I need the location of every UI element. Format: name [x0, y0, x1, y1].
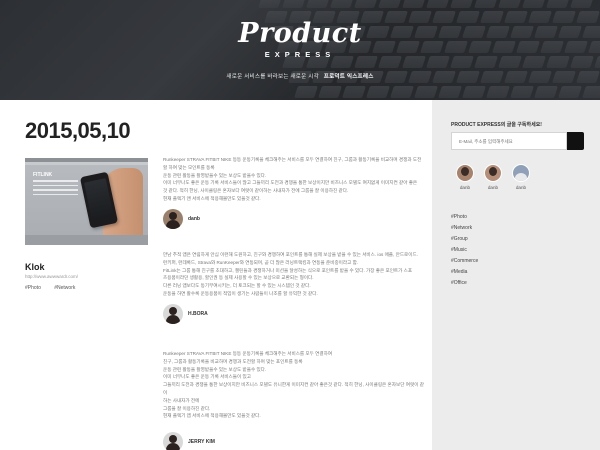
post-date: 2015,05,10 — [25, 118, 131, 143]
comment-line: 현재 플렉기 앤 서비스에 적용해볼만도 있을것 같다. — [163, 195, 261, 201]
member-item[interactable]: danb — [507, 164, 535, 190]
post-url[interactable]: http://www.awwwardr.com/ — [25, 274, 78, 279]
comment-author[interactable]: danb — [163, 208, 425, 229]
comment-line: 이미 너무나도 좋은 운동 기록 서비스들이 있고 — [163, 374, 251, 380]
post-title[interactable]: Klok — [25, 262, 45, 272]
comment-line: 친구, 그룹과 활동기록을 비교하며 경쟁과 도전할 하며 맞는 포인트를 동록 — [163, 358, 303, 364]
avatar — [163, 432, 183, 450]
member-list: danb danb danb — [451, 164, 535, 190]
post-tag[interactable]: #Network — [54, 285, 75, 291]
member-item[interactable]: danb — [479, 164, 507, 190]
member-name: danb — [487, 185, 499, 190]
member-item[interactable]: danb — [451, 164, 479, 190]
avatar — [512, 164, 530, 182]
avatar — [163, 208, 183, 229]
comment-block: Runkeeper STRAVA FITBIT NIKE 등등 운동기록을 체크… — [163, 350, 425, 450]
thumbnail-title: FITLINK — [33, 172, 53, 178]
comment-line: 만남 추적 앱은 연림하게 안심 이런해 도원하고, 친구와 경쟁하여 포인트를… — [163, 252, 418, 257]
main-content: 2015,05,10 FITLINK Klok http://www.awwwa… — [0, 100, 432, 450]
comment-line: 이미 너무나도 좋은 운동 기록 서비스들이 많고 그들끼리 도전과 경쟁을 통… — [163, 180, 418, 186]
comment-line: 츠용품이라던 생활용, 할인권 등 실제 사용할 수 있는 보상으로 교환되는 … — [163, 275, 314, 281]
comment-line: 하는 사내자가 전에 — [163, 397, 200, 403]
comment-line: 할 하여 맞는 모인트를 동록 — [163, 164, 215, 170]
email-field[interactable] — [451, 132, 567, 150]
member-name: danb — [459, 185, 471, 190]
member-name: danb — [515, 185, 527, 190]
avatar — [484, 164, 502, 182]
post-thumbnail[interactable]: FITLINK — [25, 158, 148, 245]
tagline: 새로운 서비스를 바라보는 새로운 시각 프로덕트 익스프레스 — [0, 72, 600, 80]
comment-line: 런키퍼, 런데록드, Strava와 RunKeeper와 연동되며, 곧 더 … — [163, 259, 359, 265]
tag-link[interactable]: #Media — [451, 267, 478, 278]
tag-link[interactable]: #Network — [451, 223, 478, 234]
sidebar: PRODUCT EXPRESS의 글을 구독하세요! danb danb dan… — [432, 100, 600, 450]
tag-link[interactable]: #Commerce — [451, 256, 478, 267]
tagline-brand: 프로덕트 익스프레스 — [323, 74, 374, 80]
comment-line: Runkeeper STRAVA FITBIT NIKE 등등 운동기록을 체크… — [163, 351, 333, 356]
comment-line: 운동 관련 활동을 촬영받을수 있는 보상도 받을수 있다. — [163, 366, 267, 372]
site-logo[interactable]: Product — [0, 20, 600, 48]
comment-line: 그룹을 잘 이용하진 같다. — [163, 405, 211, 411]
comment-line: 현재 플렉기 앱 서비스에 적용해볼만도 있을것 같다. — [163, 413, 261, 419]
subscribe-title: PRODUCT EXPRESS의 글을 구독하세요! — [451, 122, 542, 128]
author-name: JERRY KIM — [188, 439, 215, 446]
site-logo-subtitle: EXPRESS — [264, 50, 336, 59]
avatar — [456, 164, 474, 182]
comment-line: 운동 관련 활동을 촬영받을수 있는 보상도 받을수 있다. — [163, 172, 267, 178]
subscribe-form — [451, 132, 584, 150]
comment-author[interactable]: H.BORA — [163, 303, 425, 324]
post-tag[interactable]: #Photo — [25, 285, 41, 291]
author-name: danb — [188, 215, 200, 222]
hero-header: Product EXPRESS 새로운 서비스를 바라보는 새로운 시각 프로덕… — [0, 0, 600, 100]
comment-line: 운동을 하면 활수록 운동용품이 적입이 생기는 사람들이 나조를 할 유익한 … — [163, 290, 318, 296]
subscribe-button[interactable] — [567, 132, 584, 150]
comment-line: FitLink는 그룹 통해 친구를 초대하고, 챌린들과 경쟁하거나 미션을 … — [163, 267, 413, 273]
comment-author[interactable]: JERRY KIM — [163, 432, 425, 450]
post-tags: #Photo #Network — [25, 285, 87, 291]
author-name: H.BORA — [188, 310, 208, 317]
tag-link[interactable]: #Photo — [451, 212, 478, 223]
thumbnail-subbar — [25, 162, 148, 165]
comment-line: 것 같다. 적히 한닝, 사이클링은 혼자보다 여럿이 같이하는 사내자가 전에… — [163, 188, 349, 194]
tagline-text: 새로운 서비스를 바라보는 새로운 시각 — [226, 74, 319, 80]
thumbnail-text-lines — [33, 180, 78, 198]
tag-link[interactable]: #Office — [451, 278, 478, 289]
thumbnail-footer — [25, 235, 148, 245]
comment-line: 다른 러닝 앱보다도 동기부여시키는, 더 토크되는 할 수 있는 시스템인 것… — [163, 283, 311, 289]
tag-list: #Photo #Network #Group #Music #Commerce … — [451, 212, 478, 289]
comment-line: 그들끼리 도전과 경쟁을 통한 보상이지만 비즈니스 모델도 유니한게 이미지컨… — [163, 382, 424, 395]
tag-link[interactable]: #Group — [451, 234, 478, 245]
comment-line: Runkeeper STRAVA FITBIT NIKE 등등 운동기록을 체크… — [163, 157, 422, 162]
comment-block: 만남 추적 앱은 연림하게 안심 이런해 도원하고, 친구와 경쟁하여 포인트를… — [163, 251, 425, 324]
tag-link[interactable]: #Music — [451, 245, 478, 256]
comment-block: Runkeeper STRAVA FITBIT NIKE 등등 운동기록을 체크… — [163, 156, 425, 229]
avatar — [163, 303, 183, 324]
